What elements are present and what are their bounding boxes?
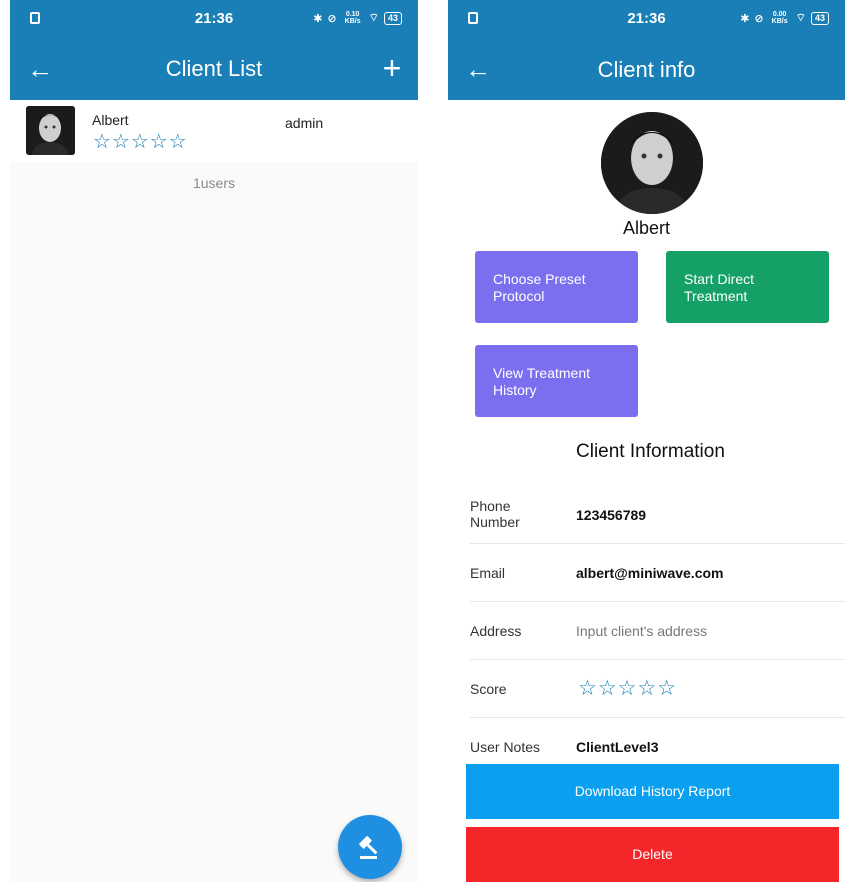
- client-name: Albert: [92, 112, 129, 128]
- section-title: Client Information: [576, 441, 725, 462]
- client-name: Albert: [622, 218, 671, 238]
- phone-value[interactable]: 123456789: [576, 507, 646, 523]
- app-bar: 21:36 ✱ ⊘ 0.10 KB/s ⌔ 43 ← Client List +: [10, 0, 418, 100]
- download-history-report-button[interactable]: Download History Report: [466, 764, 839, 819]
- gavel-icon: [359, 836, 378, 859]
- client-list-screen: 21:36 ✱ ⊘ 0.10 KB/s ⌔ 43 ← Client List +…: [10, 0, 418, 882]
- gavel-fab-button[interactable]: [338, 815, 402, 879]
- battery-icon: 43: [383, 11, 402, 25]
- network-speed: 0.10 KB/s: [344, 11, 361, 25]
- score-label: Score: [470, 681, 507, 697]
- client-info-screen: 21:36 ✱ ⊘ 0.00 KB/s ⌔ 43 ← Client info A…: [448, 0, 845, 882]
- view-treatment-history-button[interactable]: View Treatment History: [475, 345, 638, 417]
- status-icons: ✱ ⊘ 0.00 KB/s ⌔ 43: [740, 11, 829, 25]
- delete-button[interactable]: Delete: [466, 827, 839, 882]
- star-rating: ☆☆☆☆☆: [93, 131, 188, 153]
- user-count: 1users: [192, 175, 236, 191]
- app-bar: 21:36 ✱ ⊘ 0.00 KB/s ⌔ 43 ← Client info: [448, 0, 845, 100]
- email-label: Email: [470, 565, 506, 581]
- start-direct-treatment-button[interactable]: Start Direct Treatment: [666, 251, 829, 323]
- add-client-button[interactable]: +: [376, 52, 408, 86]
- score-star-rating[interactable]: ☆☆☆☆☆: [578, 676, 677, 701]
- page-title: Client info: [597, 57, 696, 82]
- page-title: Client List: [165, 56, 263, 81]
- avatar: [26, 106, 75, 155]
- mute-icon: ⊘: [754, 12, 764, 25]
- address-input[interactable]: Input client's address: [576, 623, 707, 639]
- mute-icon: ⊘: [327, 12, 337, 25]
- phone-row: Phone Number 123456789: [470, 486, 845, 544]
- address-row: Address Input client's address: [470, 602, 845, 660]
- network-speed: 0.00 KB/s: [771, 11, 788, 25]
- status-icons: ✱ ⊘ 0.10 KB/s ⌔ 43: [313, 11, 402, 25]
- score-row: Score ☆☆☆☆☆: [470, 660, 845, 718]
- status-bar: 21:36 ✱ ⊘ 0.10 KB/s ⌔ 43: [10, 0, 418, 38]
- email-value[interactable]: albert@miniwave.com: [576, 565, 723, 581]
- avatar: [601, 112, 703, 214]
- wifi-icon: ⌔: [795, 12, 806, 24]
- status-bar: 21:36 ✱ ⊘ 0.00 KB/s ⌔ 43: [448, 0, 845, 38]
- bluetooth-icon: ✱: [740, 12, 750, 25]
- bluetooth-icon: ✱: [313, 12, 323, 25]
- address-label: Address: [470, 623, 522, 639]
- notes-value[interactable]: ClientLevel3: [576, 739, 658, 755]
- notes-label: User Notes: [470, 739, 541, 755]
- choose-preset-protocol-button[interactable]: Choose Preset Protocol: [475, 251, 638, 323]
- battery-icon: 43: [810, 11, 829, 25]
- wifi-icon: ⌔: [368, 12, 379, 24]
- client-role: admin: [285, 115, 324, 131]
- phone-label: Phone Number: [470, 498, 520, 530]
- list-item[interactable]: Albert ☆☆☆☆☆ admin: [10, 100, 418, 162]
- email-row: Email albert@miniwave.com: [470, 544, 845, 602]
